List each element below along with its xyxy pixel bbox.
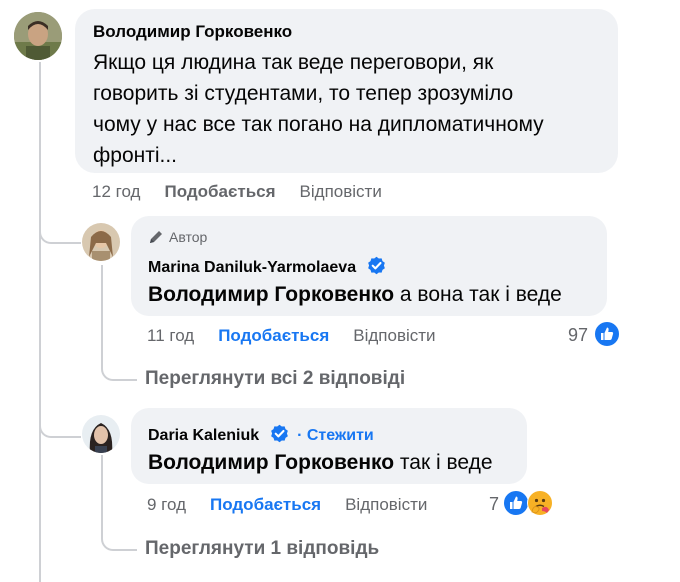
mention-link[interactable]: Володимир Горковенко (148, 451, 394, 474)
reply-author: Marina Daniluk-Yarmolaeva (148, 256, 386, 277)
like-button[interactable]: Подобається (210, 495, 321, 515)
reply-message: а вона так і веде (394, 283, 562, 306)
like-button[interactable]: Подобається (218, 326, 329, 346)
comment-actions-1: 12 год Подобається Відповісти (92, 182, 406, 202)
like-button[interactable]: Подобається (164, 182, 275, 202)
follow-button[interactable]: · Стежити (297, 427, 374, 444)
comment-bubble-1: Володимир Горковенко Якщо ця людина так … (75, 9, 618, 173)
comment-bubble-reply1: Автор Marina Daniluk-Yarmolaeva Володими… (131, 216, 607, 316)
author-badge-label: Автор (169, 229, 208, 245)
thread-line-reply1 (101, 265, 103, 365)
reply-text: Володимир Горковенко так і веде (148, 447, 493, 478)
reply-author-name[interactable]: Marina Daniluk-Yarmolaeva (148, 259, 356, 276)
comment-timestamp[interactable]: 11 год (147, 326, 194, 346)
view-replies-link[interactable]: Переглянути всі 2 відповіді (145, 368, 405, 390)
comment-actions-reply2: 9 год Подобається Відповісти (147, 495, 451, 515)
reply-author: Daria Kaleniuk · Стежити (148, 424, 374, 445)
thread-connector-reply2 (39, 410, 81, 438)
comment-text-line: фронті... (93, 144, 178, 167)
care-reaction-icon[interactable] (527, 490, 553, 516)
comment-text-line: чому у нас все так погано на дипломатичн… (93, 113, 544, 136)
like-reaction-icon[interactable] (594, 321, 620, 347)
mention-link[interactable]: Володимир Горковенко (148, 283, 394, 306)
reply-button[interactable]: Відповісти (353, 326, 435, 346)
view-replies-link[interactable]: Переглянути 1 відповідь (145, 538, 379, 560)
thread-connector-view-replies-2 (101, 525, 137, 551)
author-badge: Автор (148, 229, 207, 245)
like-reaction-icon[interactable] (503, 490, 529, 516)
reply-message: так і веде (394, 451, 493, 474)
avatar-daria[interactable] (82, 415, 120, 453)
verified-badge-icon (367, 256, 385, 275)
reply-author-name[interactable]: Daria Kaleniuk (148, 427, 259, 444)
thread-line-reply2 (101, 455, 103, 535)
reply-button[interactable]: Відповісти (345, 495, 427, 515)
reaction-count[interactable]: 97 (568, 325, 588, 346)
comment-text-line: говорить зі студентами, то тепер зрозумі… (93, 82, 514, 105)
reply-text: Володимир Горковенко а вона так і веде (148, 279, 562, 310)
reaction-count[interactable]: 7 (489, 494, 499, 515)
comment-author[interactable]: Володимир Горковенко (93, 22, 292, 42)
thread-connector-reply1 (39, 212, 81, 244)
avatar-marina[interactable] (82, 223, 120, 261)
pencil-icon (150, 231, 162, 243)
thread-connector-view-replies-1 (101, 355, 137, 381)
comment-text: Якщо ця людина так веде переговори, як г… (93, 47, 618, 171)
comment-text-line: Якщо ця людина так веде переговори, як (93, 51, 494, 74)
verified-badge-icon (270, 424, 288, 443)
comment-bubble-reply2: Daria Kaleniuk · Стежити Володимир Горко… (131, 408, 527, 484)
comment-timestamp[interactable]: 9 год (147, 495, 186, 515)
thread-line-main (39, 62, 41, 582)
comment-timestamp[interactable]: 12 год (92, 182, 140, 202)
reply-button[interactable]: Відповісти (300, 182, 382, 202)
comment-actions-reply1: 11 год Подобається Відповісти (147, 326, 460, 346)
avatar-volodymyr[interactable] (14, 12, 62, 60)
